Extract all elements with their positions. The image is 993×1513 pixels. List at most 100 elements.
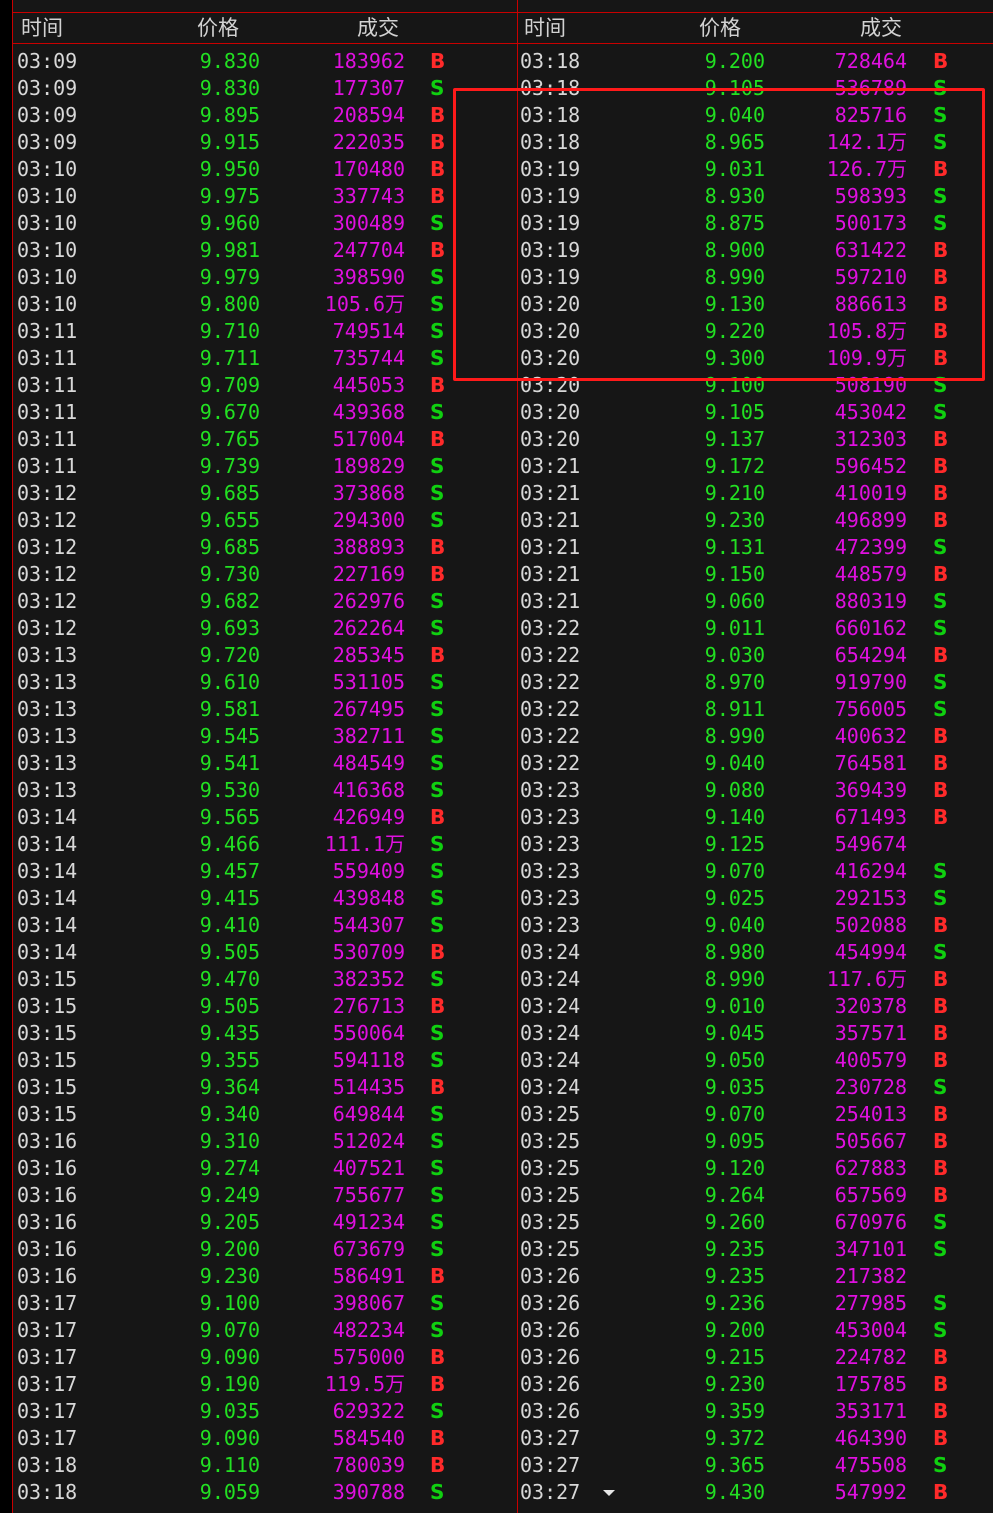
trade-row[interactable]: 03:21 9.060 880319 S <box>518 588 993 615</box>
trade-row[interactable]: 03:21 9.210 410019 B <box>518 480 993 507</box>
trade-row[interactable]: 03:26 9.359 353171 B <box>518 1398 993 1425</box>
trade-row[interactable]: 03:09 9.895 208594 B <box>13 102 517 129</box>
trade-row[interactable]: 03:16 9.274 407521 S <box>13 1155 517 1182</box>
trade-row[interactable]: 03:11 9.739 189829 S <box>13 453 517 480</box>
trade-row[interactable]: 03:21 9.230 496899 B <box>518 507 993 534</box>
trade-row[interactable]: 03:24 9.035 230728 S <box>518 1074 993 1101</box>
trade-direction-flag: B <box>430 805 446 829</box>
trade-row[interactable]: 03:16 9.249 755677 S <box>13 1182 517 1209</box>
trade-row[interactable]: 03:23 9.140 671493 B <box>518 804 993 831</box>
trade-row[interactable]: 03:27 9.365 475508 S <box>518 1452 993 1479</box>
trade-row[interactable]: 03:25 9.120 627883 B <box>518 1155 993 1182</box>
trade-row[interactable]: 03:21 9.150 448579 B <box>518 561 993 588</box>
trade-row[interactable]: 03:22 8.990 400632 B <box>518 723 993 750</box>
trade-row[interactable]: 03:11 9.711 735744 S <box>13 345 517 372</box>
trade-row[interactable]: 03:17 9.090 584540 B <box>13 1425 517 1452</box>
trade-row[interactable]: 03:12 9.693 262264 S <box>13 615 517 642</box>
trade-row[interactable]: 03:09 9.830 177307 S <box>13 75 517 102</box>
trade-row[interactable]: 03:11 9.709 445053 B <box>13 372 517 399</box>
trade-time: 03:21 <box>520 481 581 505</box>
trade-row[interactable]: 03:22 9.030 654294 B <box>518 642 993 669</box>
trade-row[interactable]: 03:18 9.200 728464 B <box>518 48 993 75</box>
trade-row[interactable]: 03:23 9.125 549674 <box>518 831 993 858</box>
trade-row[interactable]: 03:14 9.505 530709 B <box>13 939 517 966</box>
trade-row[interactable]: 03:25 9.260 670976 S <box>518 1209 993 1236</box>
trade-row[interactable]: 03:24 8.990 117.6万 B <box>518 966 993 993</box>
trade-row[interactable]: 03:24 8.980 454994 S <box>518 939 993 966</box>
trade-row[interactable]: 03:23 9.080 369439 B <box>518 777 993 804</box>
trade-row[interactable]: 03:25 9.095 505667 B <box>518 1128 993 1155</box>
trade-row[interactable]: 03:21 9.172 596452 B <box>518 453 993 480</box>
trade-row[interactable]: 03:14 9.415 439848 S <box>13 885 517 912</box>
trade-row[interactable]: 03:09 9.830 183962 B <box>13 48 517 75</box>
trade-row[interactable]: 03:23 9.040 502088 B <box>518 912 993 939</box>
trade-row[interactable]: 03:26 9.236 277985 S <box>518 1290 993 1317</box>
trade-row[interactable]: 03:12 9.730 227169 B <box>13 561 517 588</box>
trade-row[interactable]: 03:10 9.981 247704 B <box>13 237 517 264</box>
trade-row[interactable]: 03:20 9.105 453042 S <box>518 399 993 426</box>
trade-row[interactable]: 03:22 8.970 919790 S <box>518 669 993 696</box>
trade-row[interactable]: 03:10 9.800 105.6万 S <box>13 291 517 318</box>
trade-row[interactable]: 03:13 9.541 484549 S <box>13 750 517 777</box>
trade-row[interactable]: 03:17 9.035 629322 S <box>13 1398 517 1425</box>
trade-row[interactable]: 03:17 9.090 575000 B <box>13 1344 517 1371</box>
trade-row[interactable]: 03:14 9.457 559409 S <box>13 858 517 885</box>
trade-row[interactable]: 03:24 9.045 357571 B <box>518 1020 993 1047</box>
trade-row[interactable]: 03:22 8.911 756005 S <box>518 696 993 723</box>
trade-row[interactable]: 03:17 9.100 398067 S <box>13 1290 517 1317</box>
trade-row[interactable]: 03:17 9.190 119.5万 B <box>13 1371 517 1398</box>
trade-row[interactable]: 03:15 9.435 550064 S <box>13 1020 517 1047</box>
trade-row[interactable]: 03:14 9.466 111.1万 S <box>13 831 517 858</box>
trade-row[interactable]: 03:26 9.215 224782 B <box>518 1344 993 1371</box>
triangle-down-icon[interactable] <box>603 1490 615 1496</box>
trade-row[interactable]: 03:13 9.530 416368 S <box>13 777 517 804</box>
trade-row[interactable]: 03:11 9.765 517004 B <box>13 426 517 453</box>
trade-row[interactable]: 03:10 9.960 300489 S <box>13 210 517 237</box>
trade-row[interactable]: 03:18 9.059 390788 S <box>13 1479 517 1506</box>
trade-time: 03:26 <box>520 1264 581 1288</box>
trade-row[interactable]: 03:13 9.610 531105 S <box>13 669 517 696</box>
trade-row[interactable]: 03:27 9.372 464390 B <box>518 1425 993 1452</box>
trade-row[interactable]: 03:12 9.655 294300 S <box>13 507 517 534</box>
trade-row[interactable]: 03:25 9.264 657569 B <box>518 1182 993 1209</box>
trade-row[interactable]: 03:23 9.025 292153 S <box>518 885 993 912</box>
trade-row[interactable]: 03:26 9.235 217382 <box>518 1263 993 1290</box>
trade-row[interactable]: 03:27 9.430 547992 B <box>518 1479 993 1506</box>
trade-row[interactable]: 03:13 9.720 285345 B <box>13 642 517 669</box>
trade-row[interactable]: 03:14 9.565 426949 B <box>13 804 517 831</box>
trade-row[interactable]: 03:21 9.131 472399 S <box>518 534 993 561</box>
trade-row[interactable]: 03:12 9.682 262976 S <box>13 588 517 615</box>
trade-row[interactable]: 03:15 9.340 649844 S <box>13 1101 517 1128</box>
trade-row[interactable]: 03:14 9.410 544307 S <box>13 912 517 939</box>
trade-row[interactable]: 03:10 9.979 398590 S <box>13 264 517 291</box>
trade-row[interactable]: 03:10 9.975 337743 B <box>13 183 517 210</box>
trade-row[interactable]: 03:10 9.950 170480 B <box>13 156 517 183</box>
trade-row[interactable]: 03:24 9.050 400579 B <box>518 1047 993 1074</box>
trade-row[interactable]: 03:17 9.070 482234 S <box>13 1317 517 1344</box>
trade-row[interactable]: 03:12 9.685 388893 B <box>13 534 517 561</box>
trade-row[interactable]: 03:15 9.355 594118 S <box>13 1047 517 1074</box>
trade-row[interactable]: 03:25 9.235 347101 S <box>518 1236 993 1263</box>
trade-row[interactable]: 03:13 9.581 267495 S <box>13 696 517 723</box>
trade-row[interactable]: 03:23 9.070 416294 S <box>518 858 993 885</box>
trade-row[interactable]: 03:22 9.040 764581 B <box>518 750 993 777</box>
trade-row[interactable]: 03:13 9.545 382711 S <box>13 723 517 750</box>
trade-row[interactable]: 03:26 9.230 175785 B <box>518 1371 993 1398</box>
trade-row[interactable]: 03:16 9.230 586491 B <box>13 1263 517 1290</box>
trade-row[interactable]: 03:11 9.670 439368 S <box>13 399 517 426</box>
trade-row[interactable]: 03:18 9.110 780039 B <box>13 1452 517 1479</box>
trade-row[interactable]: 03:16 9.200 673679 S <box>13 1236 517 1263</box>
trade-row[interactable]: 03:16 9.205 491234 S <box>13 1209 517 1236</box>
trade-row[interactable]: 03:26 9.200 453004 S <box>518 1317 993 1344</box>
trade-row[interactable]: 03:12 9.685 373868 S <box>13 480 517 507</box>
trade-row[interactable]: 03:20 9.137 312303 B <box>518 426 993 453</box>
trade-row[interactable]: 03:15 9.364 514435 B <box>13 1074 517 1101</box>
trade-row[interactable]: 03:09 9.915 222035 B <box>13 129 517 156</box>
trade-row[interactable]: 03:11 9.710 749514 S <box>13 318 517 345</box>
trade-row[interactable]: 03:24 9.010 320378 B <box>518 993 993 1020</box>
trade-row[interactable]: 03:25 9.070 254013 B <box>518 1101 993 1128</box>
trade-row[interactable]: 03:22 9.011 660162 S <box>518 615 993 642</box>
trade-row[interactable]: 03:15 9.470 382352 S <box>13 966 517 993</box>
trade-row[interactable]: 03:16 9.310 512024 S <box>13 1128 517 1155</box>
trade-row[interactable]: 03:15 9.505 276713 B <box>13 993 517 1020</box>
